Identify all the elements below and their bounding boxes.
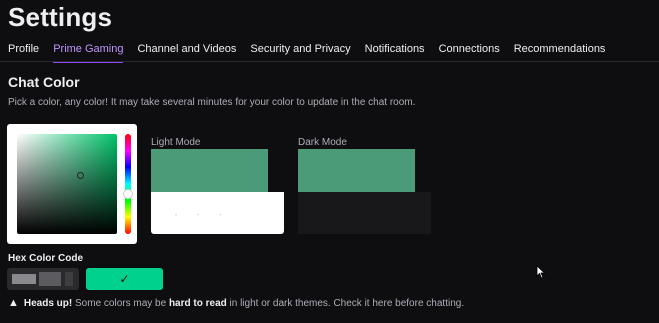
warning-icon: ▲ — [8, 297, 19, 309]
warning-prefix: Heads up! — [23, 297, 73, 309]
light-mode-swatch — [151, 149, 268, 192]
tab-channel-and-videos[interactable]: Channel and Videos — [137, 40, 236, 61]
mouse-cursor-icon — [536, 265, 546, 279]
hue-slider[interactable] — [125, 134, 131, 234]
warning-message: ▲ Heads up! Some colors may be hard to r… — [8, 297, 464, 309]
section-title: Chat Color — [8, 74, 80, 90]
warning-text-2: in light or dark themes. Check it here b… — [226, 297, 465, 309]
tab-notifications[interactable]: Notifications — [365, 40, 425, 61]
saturation-value-area[interactable] — [17, 134, 117, 234]
hex-color-input[interactable] — [7, 268, 79, 290]
tab-recommendations[interactable]: Recommendations — [514, 40, 606, 61]
light-preview-dots: ••• — [175, 213, 242, 219]
warning-emphasis: hard to read — [168, 297, 227, 309]
checkmark-icon: ✓ — [119, 272, 130, 286]
section-description: Pick a color, any color! It may take sev… — [8, 97, 416, 108]
dark-mode-preview — [298, 192, 431, 234]
hex-color-label: Hex Color Code — [8, 253, 84, 264]
tabs-divider — [0, 61, 659, 62]
saturation-handle[interactable] — [77, 172, 84, 179]
confirm-color-button[interactable]: ✓ — [86, 268, 163, 290]
tab-connections[interactable]: Connections — [439, 40, 500, 61]
warning-text-1: Some colors may be — [72, 297, 169, 309]
dark-mode-label: Dark Mode — [298, 137, 347, 148]
hue-slider-handle[interactable] — [123, 189, 133, 199]
tab-prime-gaming[interactable]: Prime Gaming — [53, 40, 124, 63]
tab-profile[interactable]: Profile — [8, 40, 39, 61]
settings-tabs: Profile Prime Gaming Channel and Videos … — [0, 40, 659, 63]
tab-security-and-privacy[interactable]: Security and Privacy — [250, 40, 350, 61]
dark-mode-swatch — [298, 149, 415, 192]
light-mode-label: Light Mode — [151, 137, 201, 148]
color-picker — [7, 124, 137, 244]
page-title: Settings — [8, 2, 113, 32]
